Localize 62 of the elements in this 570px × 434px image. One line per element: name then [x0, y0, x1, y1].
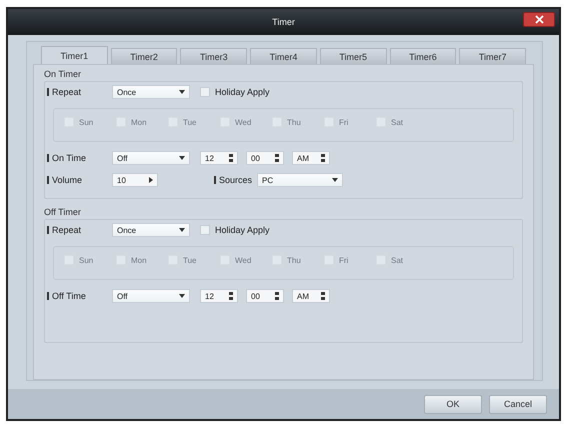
timer-tab[interactable]: Timer1	[41, 46, 108, 64]
checkbox[interactable]	[200, 225, 210, 235]
field-label: Repeat	[52, 225, 82, 235]
hour-spinner[interactable]: 12	[200, 151, 238, 165]
day-label: Thu	[287, 118, 301, 126]
checkbox[interactable]	[200, 87, 210, 97]
timer-tab[interactable]: Timer7	[459, 48, 526, 64]
mode-dropdown[interactable]: Off	[112, 289, 190, 303]
field-label: Sources	[219, 175, 254, 185]
spin-arrows-icon	[321, 154, 325, 162]
day-label: Tue	[183, 118, 196, 126]
caret-icon	[179, 90, 185, 94]
close-icon	[534, 15, 544, 24]
day-label: Sat	[391, 256, 404, 264]
close-button[interactable]	[523, 12, 555, 27]
dialog-button[interactable]: Cancel	[489, 394, 547, 414]
day-label: Fri	[339, 118, 348, 126]
timer-tab[interactable]: Timer5	[320, 48, 387, 64]
spin-arrows-icon	[229, 154, 233, 162]
repeat-dropdown[interactable]: Once	[112, 223, 190, 237]
ampm-spinner[interactable]: AM	[292, 289, 330, 303]
hour-spinner[interactable]: 12	[200, 289, 238, 303]
field-label: Off Time	[52, 291, 87, 301]
dialog-button[interactable]: OK	[424, 394, 482, 414]
group-title: Off Timer	[44, 207, 82, 217]
day-label: Sat	[391, 118, 404, 126]
day-label: Mon	[131, 118, 147, 126]
spin-arrows-icon	[229, 292, 233, 300]
caret-icon	[332, 178, 338, 182]
caret-icon	[179, 156, 185, 160]
day-label: Sun	[79, 118, 94, 126]
ampm-spinner[interactable]: AM	[292, 151, 330, 165]
caret-icon	[179, 294, 185, 298]
checkbox-label: Holiday Apply	[215, 87, 270, 97]
field-label: Repeat	[52, 87, 82, 97]
field-label: Volume	[52, 175, 84, 185]
mode-dropdown[interactable]: Off	[112, 151, 190, 165]
minute-spinner[interactable]: 00	[246, 289, 284, 303]
timer-tab[interactable]: Timer4	[250, 48, 317, 64]
timer-tab[interactable]: Timer2	[110, 48, 178, 64]
field-label: On Time	[52, 153, 88, 163]
repeat-dropdown[interactable]: Once	[112, 85, 190, 99]
day-label: Sun	[79, 256, 94, 264]
day-label: Thu	[287, 256, 301, 264]
timer-tab[interactable]: Timer3	[180, 48, 248, 64]
day-label: Tue	[183, 256, 196, 264]
caret-icon	[179, 228, 185, 232]
timer-tab[interactable]: Timer6	[390, 48, 456, 64]
minute-spinner[interactable]: 00	[246, 151, 284, 165]
checkbox-label: Holiday Apply	[215, 225, 270, 235]
day-label: Wed	[235, 118, 252, 126]
spin-arrows-icon	[275, 154, 279, 162]
group-title: On Timer	[44, 69, 82, 79]
day-label: Mon	[131, 256, 147, 264]
source-dropdown[interactable]: PC	[257, 173, 343, 187]
spin-arrows-icon	[275, 292, 279, 300]
volume-spinner[interactable]: 10	[112, 173, 158, 187]
arrow-right-icon	[149, 177, 153, 183]
window-title: Timer	[272, 17, 295, 27]
spin-arrows-icon	[321, 292, 325, 300]
day-label: Fri	[339, 256, 348, 264]
day-label: Wed	[235, 256, 252, 264]
